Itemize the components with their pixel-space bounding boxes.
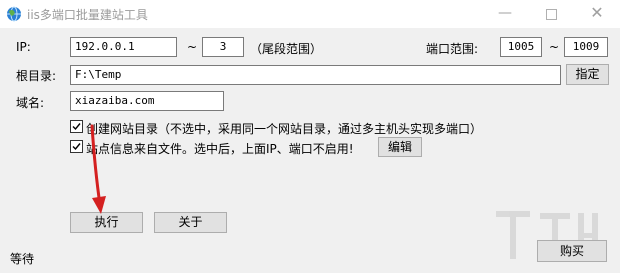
create-dir-label: 创建网站目录（不选中，采用同一个网站目录，通过多主机头实现多端口） — [86, 122, 483, 136]
check-icon — [72, 143, 81, 151]
minimize-button[interactable]: — — [482, 0, 528, 28]
ip-label: IP: — [16, 40, 31, 54]
check-icon — [72, 123, 81, 131]
root-dir-input[interactable]: F:\Temp — [70, 65, 561, 85]
ip-end-hint: （尾段范围） — [250, 42, 323, 56]
about-button[interactable]: 关于 — [154, 212, 227, 233]
ip-start-input[interactable]: 192.0.0.1 — [70, 37, 177, 57]
from-file-checkbox[interactable] — [70, 140, 83, 153]
port-end-input[interactable]: 1009 — [564, 37, 608, 57]
edit-button[interactable]: 编辑 — [378, 137, 422, 157]
minimize-icon: — — [498, 5, 512, 21]
port-range-label: 端口范围: — [426, 42, 479, 56]
domain-label: 域名: — [16, 96, 45, 110]
close-icon: ✕ — [590, 3, 604, 22]
domain-input[interactable]: xiazaiba.com — [70, 91, 224, 111]
run-button[interactable]: 执行 — [70, 212, 143, 233]
window-title: iis多端口批量建站工具 — [27, 8, 148, 22]
maximize-icon — [545, 9, 557, 20]
maximize-button[interactable] — [528, 0, 574, 28]
port-start-input[interactable]: 1005 — [500, 37, 542, 57]
port-range-separator: ~ — [549, 40, 560, 54]
status-text: 等待 — [10, 252, 35, 266]
create-dir-checkbox[interactable] — [70, 120, 83, 133]
ip-range-separator: ~ — [187, 40, 198, 54]
globe-icon — [6, 6, 22, 22]
status-bar: 等待 — [0, 241, 620, 273]
ip-end-input[interactable]: 3 — [202, 37, 244, 57]
browse-button[interactable]: 指定 — [566, 64, 609, 85]
root-dir-label: 根目录: — [16, 69, 57, 83]
title-bar: iis多端口批量建站工具 — ✕ — [0, 0, 620, 28]
from-file-label: 站点信息来自文件。选中后，上面IP、端口不启用! — [86, 142, 354, 156]
close-button[interactable]: ✕ — [574, 0, 620, 28]
